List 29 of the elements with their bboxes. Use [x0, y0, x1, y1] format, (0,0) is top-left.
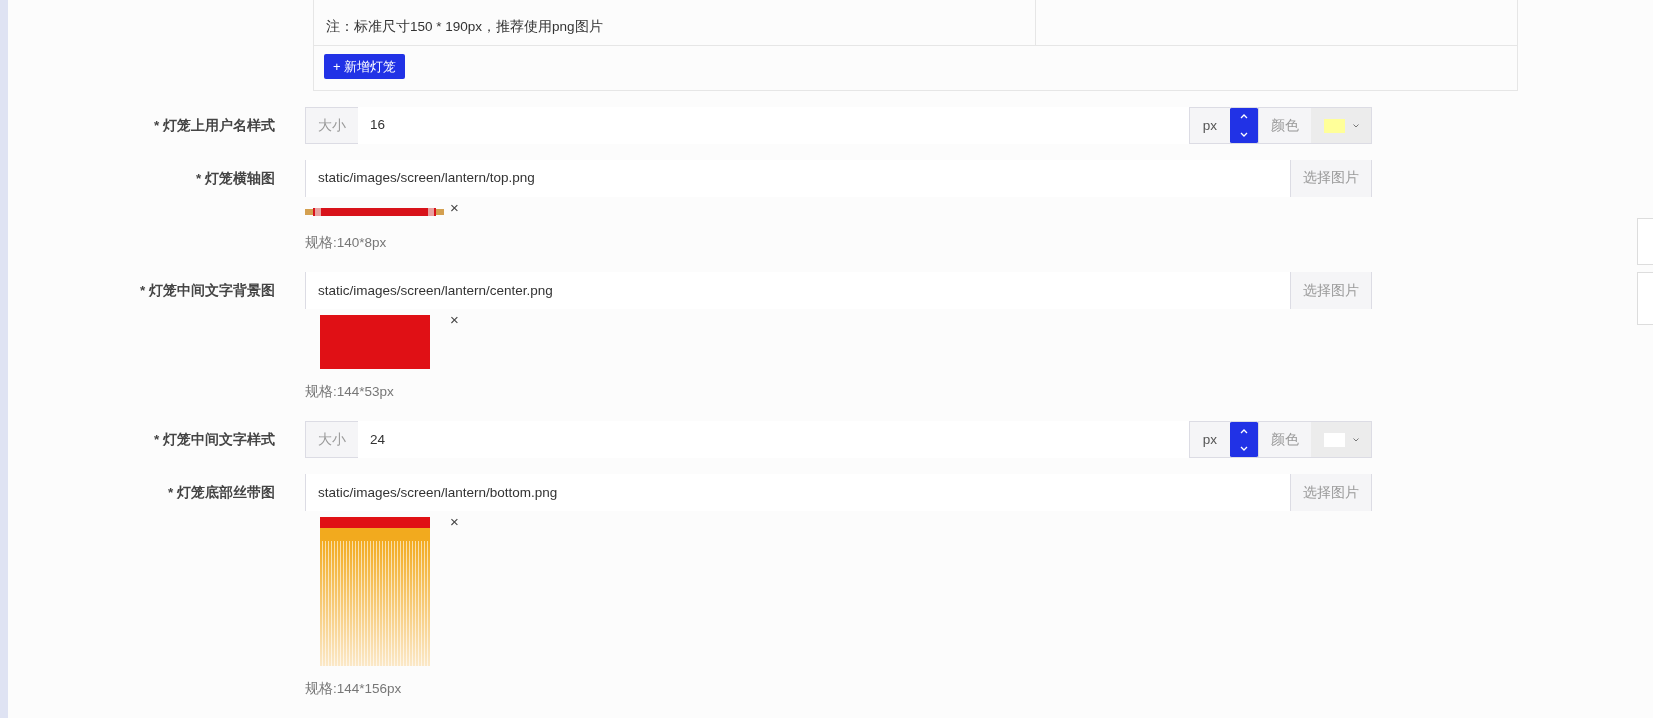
spec-text: 规格:144*156px [305, 680, 403, 699]
color-picker[interactable] [1311, 107, 1372, 144]
color-addon: 颜色 [1258, 107, 1311, 144]
add-lantern-button[interactable]: + 新增灯笼 [324, 54, 406, 79]
spinner-button[interactable] [1230, 421, 1258, 459]
field-label: * 灯笼上用户名样式 [153, 117, 276, 135]
remove-button[interactable]: × [450, 312, 459, 328]
size-addon: 大小 [305, 421, 358, 459]
spec-text: 规格:140*8px [305, 234, 388, 253]
caret-icon [1352, 123, 1359, 128]
size-addon: 大小 [305, 107, 358, 144]
color-picker[interactable] [1311, 421, 1372, 459]
down-chevron-icon [1240, 131, 1248, 137]
down-chevron-icon [1240, 446, 1248, 451]
spec-text: 规格:144*53px [305, 383, 395, 402]
unit-addon: px [1188, 107, 1230, 144]
up-chevron-icon [1240, 114, 1248, 120]
unit-addon: px [1188, 421, 1230, 459]
remove-button[interactable]: × [450, 200, 459, 215]
up-chevron-icon [1240, 428, 1248, 434]
field-label: * 灯笼横轴图 [195, 170, 276, 188]
field-label: * 灯笼中间文字背景图 [139, 282, 276, 301]
field-label: * 灯笼中间文字样式 [153, 431, 276, 450]
field-label: * 灯笼底部丝带图 [167, 484, 276, 503]
color-addon: 颜色 [1258, 421, 1311, 459]
note-text: 注：标准尺寸150 * 190px，推荐使用png图片 [326, 19, 603, 34]
caret-icon [1352, 437, 1359, 442]
remove-button[interactable]: × [450, 514, 459, 530]
spinner-button[interactable] [1230, 107, 1258, 144]
